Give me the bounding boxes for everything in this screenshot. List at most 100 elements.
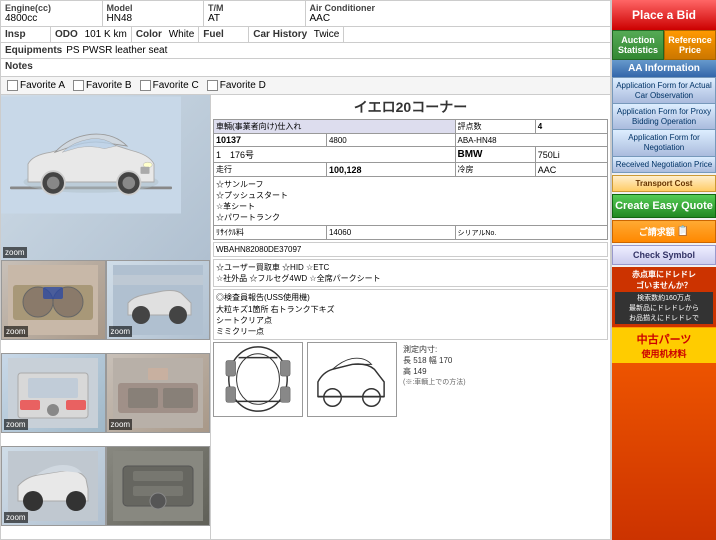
fuel-cell: Fuel [199,27,249,42]
thumb-2[interactable]: zoom [106,260,211,340]
ad-2-sub: 使用机材料 [615,347,713,360]
thumb-5-zoom: zoom [4,512,28,523]
btn-actual-car[interactable]: Application Form for Actual Car Observat… [612,77,716,103]
thumb-1-img [8,265,98,335]
odo-value: 101 K km [85,29,127,40]
equip-label: Equipments [5,45,62,56]
sheet-mileage: 100,128 [326,163,455,177]
sheet-size-info: 測定内寸: 長 518 幅 170 高 149 (※:車輌上での方法) [401,342,608,417]
main-photo[interactable]: zoom [1,95,210,260]
model-value: HN48 [107,13,200,24]
car-history-value: Twice [314,29,340,40]
sheet-cooling-label: 冷房 [455,163,535,177]
right-panel: Place a Bid Auction Statistics Reference… [611,0,716,540]
thumb-1[interactable]: zoom [1,260,106,340]
favorites-row: Favorite A Favorite B Favorite C Favorit… [1,77,610,95]
odo-label: ODO [55,29,78,40]
favorite-a-label: Favorite A [20,80,65,91]
ad-2[interactable]: 中古パーツ 使用机材料 [612,327,716,363]
easy-quote-button[interactable]: Create Easy Quote [612,194,716,218]
notes-label: Notes [5,61,33,74]
sheet-repair-cost: 14060 [326,226,455,240]
check-symbol-button[interactable]: Check Symbol [612,245,716,265]
thumb-6[interactable] [106,446,211,526]
sheet-lot: 10137 [214,134,327,147]
engine-cell: Engine(cc) 4800cc [1,1,103,26]
ad-1[interactable]: 赤点車にドレドレゴいませんか？ 検索数約160万点最新品にドレドレからお品揃えに… [612,267,716,327]
sheet-chassis-number: WBAHN82080DE37097 [213,242,608,257]
ac-cell: Air Conditioner AAC [306,1,408,26]
sheet-ac-mark: AAC [535,163,607,177]
tm-label: T/M [208,3,301,13]
request-icon: 📋 [677,226,689,237]
favorite-a-item[interactable]: Favorite A [7,80,65,91]
thumb-3-zoom: zoom [4,419,28,430]
sheet-equip: ☆サンルーフ☆プッシュスタート☆革シート☆パワートランク [214,177,608,226]
sheet-header-1: 車輛(事業者向け)仕入れ [214,120,456,134]
sheet-model-code: ABA-HN48 [455,134,608,147]
model-cell: Model HN48 [103,1,205,26]
auction-stats-button[interactable]: Auction Statistics [612,30,664,60]
aa-info-header: AA Information [612,60,716,77]
bottom-ads: 赤点車にドレドレゴいませんか？ 検索数約160万点最新品にドレドレからお品揃えに… [612,267,716,540]
color-value: White [169,29,195,40]
sheet-make: BMW [455,147,535,163]
thumb-1-zoom: zoom [4,326,28,337]
car-history-label: Car History [253,29,307,40]
favorite-a-checkbox[interactable] [7,80,18,91]
favorite-d-checkbox[interactable] [207,80,218,91]
left-panel: Engine(cc) 4800cc Model HN48 T/M AT Air … [0,0,611,540]
btn-received-negotiation[interactable]: Received Negotiation Price [612,156,716,174]
btn-proxy-bidding[interactable]: Application Form for Proxy Bidding Opera… [612,103,716,129]
main-photo-zoom: zoom [3,247,27,258]
car-history-cell: Car History Twice [249,27,344,42]
engine-label: Engine(cc) [5,3,98,13]
sheet-table: 車輛(事業者向け)仕入れ 評点数 4 10137 4800 ABA-HN48 1… [213,119,608,240]
fuel-label: Fuel [203,29,224,40]
thumb-3-img [8,358,98,428]
favorite-b-item[interactable]: Favorite B [73,80,132,91]
thumb-2-zoom: zoom [109,326,133,337]
color-label: Color [136,29,162,40]
engine-value: 4800cc [5,13,98,24]
thumb-6-img [113,451,203,521]
ad-1-sub: 検索数約160万点最新品にドレドレからお品揃えにドレドレで [615,292,713,324]
thumb-4[interactable]: zoom [106,353,211,433]
sheet-equipment-notes: ☆ユーザー買取車 ☆HID ☆ETC ☆社外品 ☆フルセグ4WD ☆全席パークシ… [213,259,608,287]
notes-row: Notes [1,59,610,77]
sheet-repair-label: ﾘｻｲｸﾙ料 [214,226,327,240]
favorite-b-checkbox[interactable] [73,80,84,91]
model-label: Model [107,3,200,13]
reference-price-button[interactable]: Reference Price [664,30,716,60]
main-car-image [1,95,181,215]
favorite-d-item[interactable]: Favorite D [207,80,266,91]
thumb-4-zoom: zoom [109,419,133,430]
equip-row: Equipments PS PWSR leather seat [1,43,610,59]
sheet-score: 4 [535,120,607,134]
favorite-c-label: Favorite C [153,80,199,91]
request-button[interactable]: ご請求額 📋 [612,220,716,243]
btn-negotiation-form[interactable]: Application Form for Negotiation [612,129,716,155]
favorite-c-item[interactable]: Favorite C [140,80,199,91]
thumb-4-img [113,358,203,428]
request-label: ご請求額 [639,225,675,238]
main-container: Engine(cc) 4800cc Model HN48 T/M AT Air … [0,0,716,540]
thumb-5[interactable]: zoom [1,446,106,526]
favorite-b-label: Favorite B [86,80,132,91]
sheet-inspection-notes: ◎検査員報告(USS使用機) 大粒キズ1箇所 右トランク下キズ シートクリア点 … [213,289,608,340]
ac-value: AAC [310,13,404,24]
sheet-grade-label: 評点数 [455,120,535,134]
sheet-chassis: シリアルNo. [455,226,608,240]
photos-panel: zoom zoom [1,95,211,539]
car-diagram-top [213,342,303,417]
transport-cost-button[interactable]: Transport Cost [612,175,716,192]
thumb-grid: zoom zoom [1,260,210,539]
tm-cell: T/M AT [204,1,306,26]
car-diagram-side [307,342,397,417]
thumb-3[interactable]: zoom [1,353,106,433]
thumb-5-img [8,451,98,521]
bid-button[interactable]: Place a Bid [612,0,716,30]
ad-1-text: 赤点車にドレドレゴいませんか？ [615,270,713,291]
sheet-title: イエロ20コーナー [213,97,608,117]
favorite-c-checkbox[interactable] [140,80,151,91]
